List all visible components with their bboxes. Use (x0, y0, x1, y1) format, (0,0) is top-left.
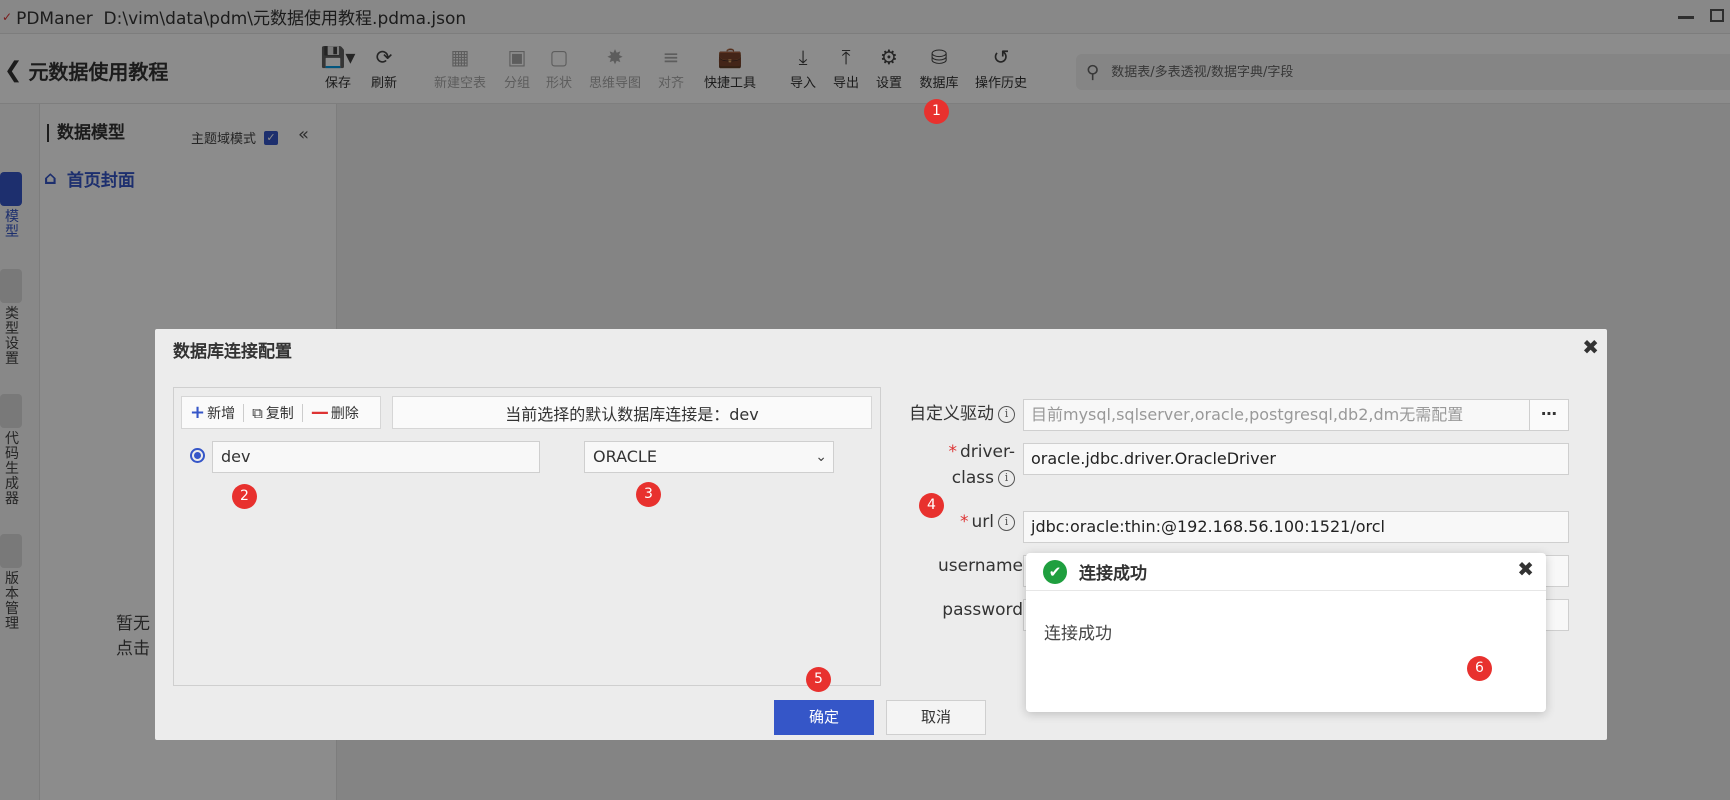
default-connection-info: 当前选择的默认数据库连接是：dev (392, 396, 872, 429)
more-options-button[interactable]: ⋯ (1529, 399, 1569, 431)
close-icon[interactable]: ✖ (1582, 335, 1599, 359)
list-actions: + 新增 ⧉ 复制 — 删除 (181, 396, 381, 429)
driver-class-input[interactable]: oracle.jdbc.driver.OracleDriver (1023, 443, 1569, 475)
success-dialog: ✔ 连接成功 ✖ 连接成功 (1026, 553, 1546, 712)
step-marker: 6 (1467, 656, 1492, 681)
info-icon[interactable]: i (998, 406, 1015, 423)
step-marker: 5 (806, 667, 831, 692)
step-marker: 3 (636, 482, 661, 507)
toast-header: ✔ 连接成功 (1026, 553, 1546, 591)
url-label: * url i (960, 509, 1015, 535)
custom-driver-input[interactable]: 目前mysql,sqlserver,oracle,postgresql,db2,… (1023, 399, 1569, 431)
copy-icon: ⧉ (252, 403, 263, 422)
dialog-title: 数据库连接配置 (173, 341, 292, 362)
url-input[interactable]: jdbc:oracle:thin:@192.168.56.100:1521/or… (1023, 511, 1569, 543)
ok-button[interactable]: 确定 (774, 700, 874, 735)
step-marker: 2 (232, 484, 257, 509)
custom-driver-label: 自定义驱动 i (909, 401, 1015, 427)
step-marker: 1 (924, 99, 949, 124)
delete-connection-button[interactable]: — 删除 (311, 402, 359, 423)
username-label: username (938, 556, 1023, 576)
divider (243, 403, 245, 422)
default-radio[interactable] (190, 448, 205, 463)
info-icon[interactable]: i (998, 470, 1015, 487)
db-type-select[interactable]: ORACLE ⌄ (584, 441, 834, 473)
close-icon[interactable]: ✖ (1517, 557, 1534, 581)
plus-icon: + (190, 402, 206, 423)
chevron-down-icon: ⌄ (815, 449, 827, 465)
info-icon[interactable]: i (998, 514, 1015, 531)
connection-name-input[interactable]: dev (212, 441, 540, 473)
toast-message: 连接成功 (1044, 624, 1112, 644)
step-marker: 4 (919, 493, 944, 518)
cancel-button[interactable]: 取消 (886, 700, 986, 735)
copy-connection-button[interactable]: ⧉ 复制 (252, 403, 294, 423)
driver-class-label: * driver- (948, 442, 1015, 462)
divider (301, 403, 303, 422)
connection-list: + 新增 ⧉ 复制 — 删除 当前选择的默认数据库连接是：dev dev ORACLE… (173, 387, 881, 686)
check-circle-icon: ✔ (1043, 559, 1067, 584)
minus-icon: — (310, 402, 329, 423)
add-connection-button[interactable]: + 新增 (190, 402, 235, 423)
driver-class-label-2: class i (952, 465, 1015, 491)
password-label: password (942, 600, 1023, 620)
